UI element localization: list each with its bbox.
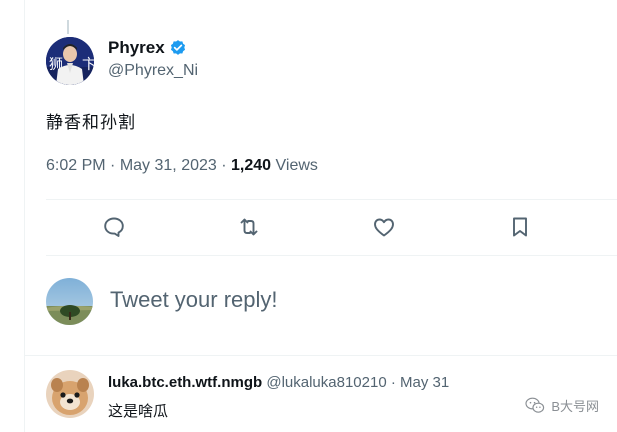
divider [46,255,617,256]
watermark-text: B大号网 [551,399,599,414]
author-block: Phyrex @Phyrex_Ni [108,38,198,80]
views-count: 1,240 [231,157,272,174]
divider [24,355,617,356]
svg-text:卞: 卞 [82,57,94,73]
retweet-button[interactable] [236,214,262,240]
meta-separator: · [390,374,401,391]
tweet-meta: 6:02 PM · May 31, 2023 · 1,240 Views [46,157,318,175]
bookmark-icon [513,217,527,237]
reply-author-handle[interactable]: @lukaluka810210 [266,374,386,391]
current-user-avatar[interactable] [46,278,93,325]
thread-connector-line [67,20,69,34]
author-name-row[interactable]: Phyrex [108,38,187,58]
reply-composer-input[interactable] [110,283,570,317]
bookmark-button[interactable] [507,214,533,240]
wechat-icon [525,397,545,413]
author-avatar[interactable]: 狮 卞 [46,37,94,85]
views-label: Views [275,157,318,174]
left-column-border [24,0,25,432]
tweet-text: 静香和孙割 [46,113,136,132]
meta-separator: · [110,157,120,174]
retweet-icon [240,218,258,236]
reply-date[interactable]: May 31 [400,374,449,391]
like-button[interactable] [371,214,397,240]
tweet-date[interactable]: May 31, 2023 [120,157,217,174]
reply-icon [104,217,124,237]
tweet-time[interactable]: 6:02 PM [46,157,106,174]
reply-author-avatar[interactable] [46,370,94,418]
tweet-actions-bar [46,200,617,255]
reply-button[interactable] [101,214,127,240]
meta-separator: · [221,157,232,174]
like-icon [374,218,394,237]
author-name[interactable]: Phyrex [108,38,165,58]
watermark: B大号网 [525,396,599,415]
verified-badge-icon [169,39,187,57]
author-handle[interactable]: @Phyrex_Ni [108,62,198,80]
reply-author-name[interactable]: luka.btc.eth.wtf.nmgb [108,374,262,391]
reply-header: luka.btc.eth.wtf.nmgb @lukaluka810210 · … [108,374,449,391]
reply-text: 这是啥瓜 [108,403,169,420]
